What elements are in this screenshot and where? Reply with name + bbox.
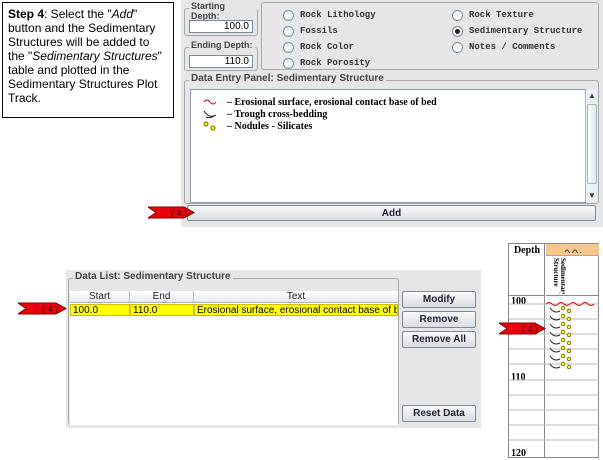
scroll-thumb[interactable] — [587, 104, 597, 184]
ending-depth-group: Ending Depth: 110.0 — [184, 40, 258, 71]
data-list-group: Data List: Sedimentary Structure Start E… — [68, 271, 399, 425]
erosional-surface-icon — [203, 99, 217, 105]
cell-text: Erosional surface, erosional contact bas… — [194, 304, 398, 316]
track-header: Sedimentary Structure — [546, 244, 599, 296]
radio-button[interactable] — [283, 57, 294, 69]
sed-structure-pattern-icon — [564, 249, 581, 253]
data-list-title: Data List: Sedimentary Structure — [73, 271, 233, 282]
radio-button[interactable] — [452, 41, 463, 53]
column-header-start[interactable]: Start — [70, 291, 130, 302]
vertical-scrollbar[interactable]: ▲ ▼ — [585, 90, 597, 202]
instruction-callout: Step 4: Select the "Add" button and the … — [2, 2, 174, 118]
data-entry-panel-title: Data Entry Panel: Sedimentary Structure — [189, 73, 386, 84]
radio-fossils[interactable]: Fossils — [283, 24, 338, 38]
callout-step: Step 4 — [8, 7, 45, 21]
radio-button[interactable] — [283, 9, 294, 21]
depth-header: Depth — [509, 244, 545, 296]
radio-notes-comments[interactable]: Notes / Comments — [452, 40, 555, 54]
scroll-up-icon[interactable]: ▲ — [586, 90, 598, 101]
scroll-down-icon[interactable]: ▼ — [586, 190, 598, 201]
table-row[interactable]: 100.0 110.0 Erosional surface, erosional… — [70, 304, 398, 316]
radio-button[interactable] — [283, 25, 294, 37]
radio-button[interactable] — [283, 41, 294, 53]
list-item[interactable]: – Trough cross-bedding — [201, 108, 585, 120]
reset-data-button[interactable]: Reset Data — [402, 405, 476, 422]
nodules-icon — [203, 121, 216, 131]
starting-depth-group: Starting Depth: 100.0 — [184, 1, 258, 36]
radio-button[interactable] — [452, 9, 463, 21]
modify-button[interactable]: Modify — [402, 291, 476, 308]
entry-list: – Erosional surface, erosional contact b… — [190, 89, 586, 203]
radio-sedimentary-structure[interactable]: Sedimentary Structure — [452, 24, 582, 38]
radio-button-selected[interactable] — [452, 25, 463, 37]
ending-depth-field[interactable]: 110.0 — [189, 55, 253, 68]
radio-rock-porosity[interactable]: Rock Porosity — [283, 56, 370, 70]
radio-rock-lithology[interactable]: Rock Lithology — [283, 8, 376, 22]
starting-depth-label: Starting Depth: — [189, 1, 257, 21]
radio-rock-color[interactable]: Rock Color — [283, 40, 354, 54]
column-header-end[interactable]: End — [130, 291, 194, 302]
cell-start: 100.0 — [70, 304, 130, 316]
trough-cross-bedding-icon — [203, 110, 217, 119]
list-item[interactable]: – Erosional surface, erosional contact b… — [201, 96, 585, 108]
step-marker-add: ( 4 ) — [148, 205, 196, 220]
track-title: Sedimentary Structure — [552, 258, 566, 294]
remove-button[interactable]: Remove — [402, 311, 476, 328]
plot-track: Depth Sedimentary Structure 100 110 120 — [508, 243, 599, 459]
data-entry-panel: Data Entry Panel: Sedimentary Structure … — [184, 73, 599, 204]
column-header-text[interactable]: Text — [194, 291, 398, 302]
category-radio-group: Rock Lithology Fossils Rock Color Rock P… — [261, 2, 599, 70]
step-marker-track: ( 4 ) — [499, 321, 547, 336]
add-button[interactable]: Add — [187, 205, 596, 221]
list-item[interactable]: – Nodules - Silicates — [201, 120, 585, 132]
table-header: Start End Text — [70, 291, 398, 303]
cell-end: 110.0 — [130, 304, 194, 316]
track-header-swatch — [546, 244, 599, 256]
remove-all-button[interactable]: Remove All — [402, 331, 476, 348]
ending-depth-label: Ending Depth: — [189, 40, 255, 50]
starting-depth-field[interactable]: 100.0 — [189, 20, 253, 33]
radio-rock-texture[interactable]: Rock Texture — [452, 8, 534, 22]
data-table: Start End Text 100.0 110.0 Erosional sur… — [70, 291, 398, 425]
step-marker-table: ( 4 ) — [18, 301, 68, 316]
